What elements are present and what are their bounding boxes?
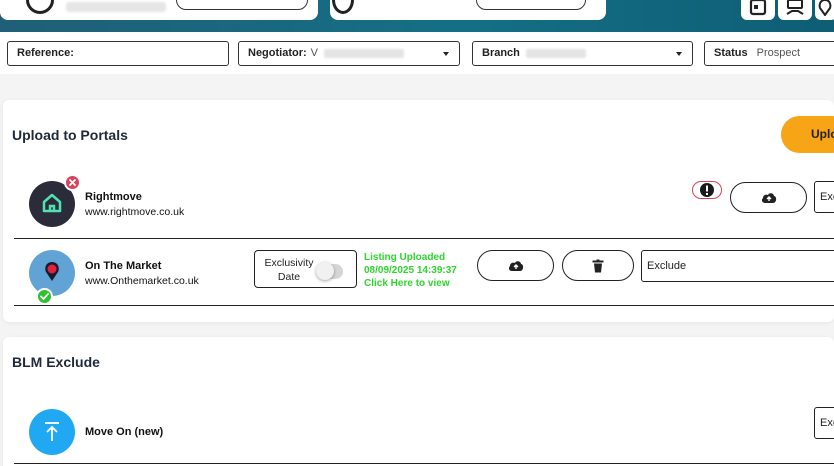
header-card-right	[330, 0, 606, 20]
exclamation-icon	[700, 183, 714, 197]
row-divider	[14, 238, 834, 239]
cloud-upload-icon	[508, 260, 523, 271]
status-label: Status	[714, 47, 748, 59]
header-left-button[interactable]	[176, 0, 308, 10]
app-header	[0, 0, 834, 32]
moveon-logo	[29, 409, 75, 455]
success-badge-icon	[36, 288, 53, 305]
listing-status: Listing Uploaded	[364, 252, 446, 263]
status-select[interactable]: Status Prospect	[704, 41, 834, 66]
status-value: Prospect	[756, 47, 801, 59]
handshake-icon[interactable]	[778, 0, 812, 20]
header-action-icon	[332, 0, 354, 14]
upload-button[interactable]: Uplo	[781, 116, 834, 153]
exclusivity-toggle[interactable]	[316, 262, 343, 280]
onthemarket-logo	[29, 250, 75, 296]
branch-label: Branch	[482, 47, 520, 59]
cloud-upload-icon	[761, 192, 776, 203]
portal-url-rightmove[interactable]: www.rightmove.co.uk	[85, 206, 184, 218]
toggle-knob	[316, 262, 334, 280]
view-listing-link[interactable]: Click Here to view	[364, 277, 450, 290]
warning-indicator[interactable]	[692, 181, 722, 199]
reference-field[interactable]: Reference:	[7, 41, 229, 66]
chevron-down-icon	[676, 52, 682, 56]
error-badge-icon	[64, 174, 81, 191]
arrow-up-icon	[45, 422, 59, 441]
upload-portals-title: Upload to Portals	[12, 127, 128, 143]
header-right-button[interactable]	[476, 0, 586, 10]
rightmove-upload-button[interactable]	[730, 182, 807, 213]
negotiator-redacted	[324, 48, 405, 58]
portal-name-rightmove: Rightmove	[85, 191, 142, 203]
rightmove-exclude-select[interactable]: Exc	[814, 181, 834, 213]
listing-timestamp: 08/09/2025 14:39:37	[364, 265, 457, 276]
portal-url-onthemarket[interactable]: www.Onthemarket.co.uk	[85, 275, 199, 287]
exclusivity-date-label: Exclusivity Date	[264, 257, 314, 283]
portal-name-moveon: Move On (new)	[85, 426, 164, 438]
map-pin-icon	[45, 262, 59, 281]
trash-icon	[592, 259, 604, 272]
calendar-icon[interactable]	[741, 0, 775, 20]
chevron-down-icon	[443, 52, 449, 56]
row-divider	[14, 463, 834, 464]
negotiator-value: V	[310, 47, 319, 59]
portal-name-onthemarket: On The Market	[85, 260, 162, 272]
negotiator-select[interactable]: Negotiator: V	[238, 41, 460, 66]
header-redacted-text	[66, 2, 166, 12]
reference-label: Reference:	[17, 47, 74, 59]
onthemarket-delete-button[interactable]	[562, 250, 634, 281]
row-divider	[14, 305, 834, 306]
blm-exclude-panel	[3, 337, 834, 466]
moveon-exclude-select[interactable]: Exc	[814, 407, 834, 439]
header-card-left	[0, 0, 318, 20]
branch-select[interactable]: Branch	[472, 41, 693, 66]
header-avatar-icon	[26, 0, 54, 14]
onthemarket-upload-button[interactable]	[477, 250, 554, 281]
onthemarket-exclude-select[interactable]: Exclude	[641, 250, 834, 282]
blm-exclude-title: BLM Exclude	[12, 354, 100, 370]
location-pin-icon[interactable]	[815, 0, 834, 20]
branch-redacted	[525, 48, 586, 58]
exclusivity-date-control: Exclusivity Date	[254, 250, 357, 288]
negotiator-label: Negotiator:	[248, 47, 307, 59]
filter-bar: Reference: Negotiator: V Branch Status Pro…	[0, 32, 834, 74]
